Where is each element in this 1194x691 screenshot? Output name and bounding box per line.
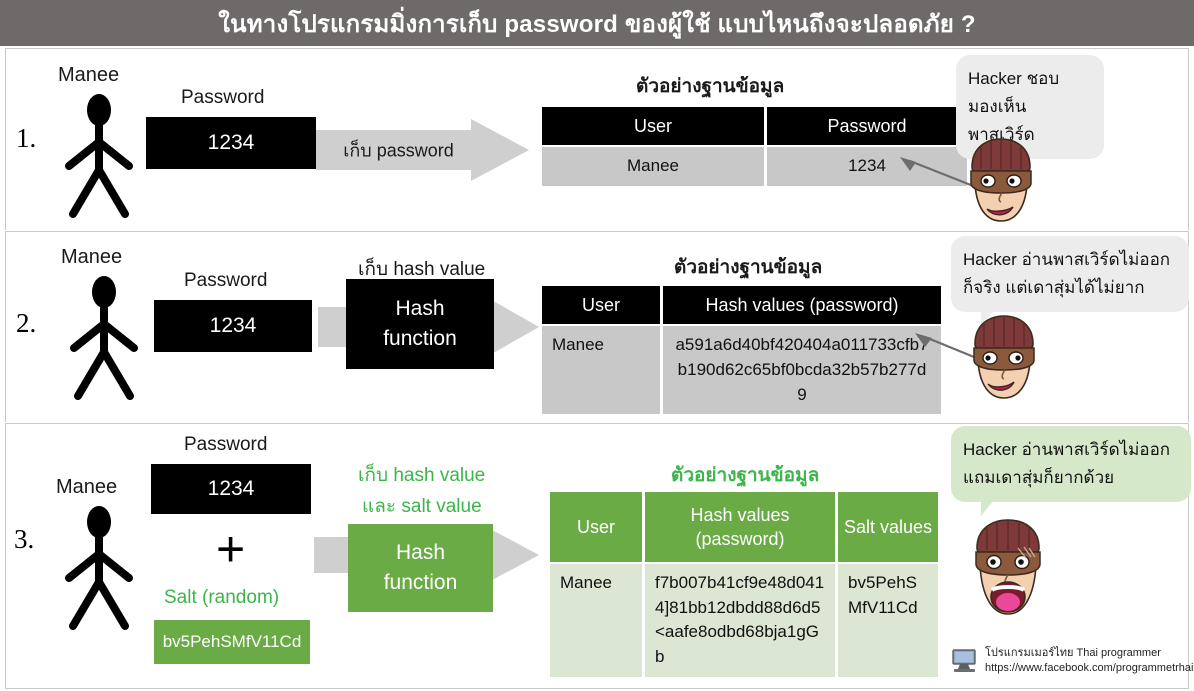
database-table-2: User Hash values (password) Manee a591a6…: [539, 284, 944, 416]
database-table-3: User Hash values (password) Salt values …: [547, 490, 941, 679]
person-name-3: Manee: [56, 476, 118, 498]
hacker-face-icon-2: [973, 315, 1035, 399]
table-header-hash-3: Hash values (password): [645, 492, 835, 562]
table-row-3: Manee f7b007b41cf9e48d0414]81bb12dbdd88d…: [550, 564, 938, 677]
cell-hash-3: f7b007b41cf9e48d0414]81bb12dbdd88d6d5<aa…: [645, 564, 835, 677]
bubble-line-3b: แถมเดาสุ่มก็ยากด้วย: [963, 468, 1115, 488]
bubble-line-2b: ก็จริง แต่เดาสุ่มได้ไม่ยาก: [963, 278, 1145, 298]
table-header-row-3: User Hash values (password) Salt values: [550, 492, 938, 562]
password-box-2: 1234: [154, 300, 312, 352]
table-row-2: Manee a591a6d40bf420404a011733cfb7b190d6…: [542, 326, 941, 415]
password-value-1: 1234: [207, 130, 255, 154]
title-bar: ในทางโปรแกรมมิ่งการเก็บ password ของผู้ใ…: [0, 0, 1194, 46]
credit-line-2: https://www.facebook.com/programmetrhai: [985, 661, 1194, 674]
bubble-line-3a: Hacker อ่านพาสเวิร์ดไม่ออก: [963, 440, 1171, 459]
table-header-user-2: User: [542, 286, 660, 325]
stick-figure-icon-1: [65, 94, 133, 218]
cell-user-3: Manee: [550, 564, 642, 677]
cell-salt-3: bv5PehSMfV11Cd: [838, 564, 938, 677]
step-number-1: 1.: [16, 123, 37, 153]
cell-user-1: Manee: [542, 147, 764, 186]
footer-credit: โปรแกรมเมอร์ไทย Thai programmer https://…: [951, 646, 1193, 676]
infographic-page: ในทางโปรแกรมมิ่งการเก็บ password ของผู้ใ…: [0, 0, 1194, 691]
section-3: 3. Manee Password 1234 + Salt (random) b…: [5, 424, 1193, 689]
password-value-2: 1234: [209, 313, 257, 337]
arrow-label-3a: เก็บ hash value: [358, 465, 486, 486]
process-arrow-1: เก็บ password: [316, 119, 531, 181]
step-number-2: 2.: [16, 308, 37, 338]
password-box-3: 1234: [151, 464, 311, 514]
computer-monitor-icon: [952, 649, 976, 672]
section-1: 1. Manee Password 1234 เก็บ password ตัว…: [5, 48, 1189, 230]
salt-value: bv5PehSMfV11Cd: [162, 632, 302, 651]
table-header-hash-2: Hash values (password): [663, 286, 941, 325]
speech-bubble-3: Hacker อ่านพาสเวิร์ดไม่ออก แถมเดาสุ่มก็ย…: [951, 426, 1191, 517]
table-header-password-1: Password: [767, 107, 967, 146]
database-title-3: ตัวอย่างฐานข้อมูล: [671, 465, 820, 486]
bubble-line-1a: Hacker ชอบ: [968, 69, 1060, 88]
password-value-3: 1234: [207, 476, 255, 500]
hacker-face-icon-3: [975, 519, 1041, 615]
stick-figure-icon-2: [70, 276, 138, 400]
hash-function-line-2a: Hash: [395, 296, 445, 320]
page-title: ในทางโปรแกรมมิ่งการเก็บ password ของผู้ใ…: [218, 10, 976, 38]
hash-function-line-3b: function: [383, 571, 458, 594]
password-label-3: Password: [184, 434, 268, 455]
cell-user-2: Manee: [542, 326, 660, 415]
hash-function-box-2: Hash function: [346, 279, 494, 369]
bubble-line-2a: Hacker อ่านพาสเวิร์ดไม่ออก: [963, 250, 1171, 269]
hash-function-line-2b: function: [383, 327, 457, 350]
cell-hash-2: a591a6d40bf420404a011733cfb7b190d62c65bf…: [663, 326, 941, 415]
hash-function-line-3a: Hash: [395, 540, 446, 564]
table-header-salt-3: Salt values: [838, 492, 938, 562]
password-label-2: Password: [184, 270, 268, 291]
table-header-user-3: User: [550, 492, 642, 562]
hacker-face-icon-1: [970, 138, 1032, 222]
section-2: 2. Manee Password 1234 เก็บ hash value H…: [5, 232, 1189, 422]
table-header-row-2: User Hash values (password): [542, 286, 941, 325]
person-name-2: Manee: [61, 246, 123, 268]
table-header-user-1: User: [542, 107, 764, 146]
salt-box: bv5PehSMfV11Cd: [154, 620, 310, 664]
arrow-label-1: เก็บ password: [343, 140, 454, 161]
database-title-1: ตัวอย่างฐานข้อมูล: [636, 76, 785, 97]
person-name-1: Manee: [58, 64, 120, 86]
arrow-label-3b: และ salt value: [362, 496, 482, 517]
password-box-1: 1234: [146, 117, 316, 169]
table-header-row-1: User Password: [542, 107, 967, 146]
plus-symbol: +: [216, 521, 246, 577]
salt-label: Salt (random): [164, 587, 280, 608]
step-number-3: 3.: [14, 524, 35, 554]
hash-function-box-3: Hash function: [348, 524, 493, 612]
database-title-2: ตัวอย่างฐานข้อมูล: [674, 257, 823, 278]
speech-bubble-2: Hacker อ่านพาสเวิร์ดไม่ออก ก็จริง แต่เดา…: [951, 236, 1189, 327]
credit-line-1: โปรแกรมเมอร์ไทย Thai programmer: [985, 647, 1161, 659]
password-label-1: Password: [181, 87, 265, 108]
stick-figure-icon-3: [65, 506, 133, 630]
